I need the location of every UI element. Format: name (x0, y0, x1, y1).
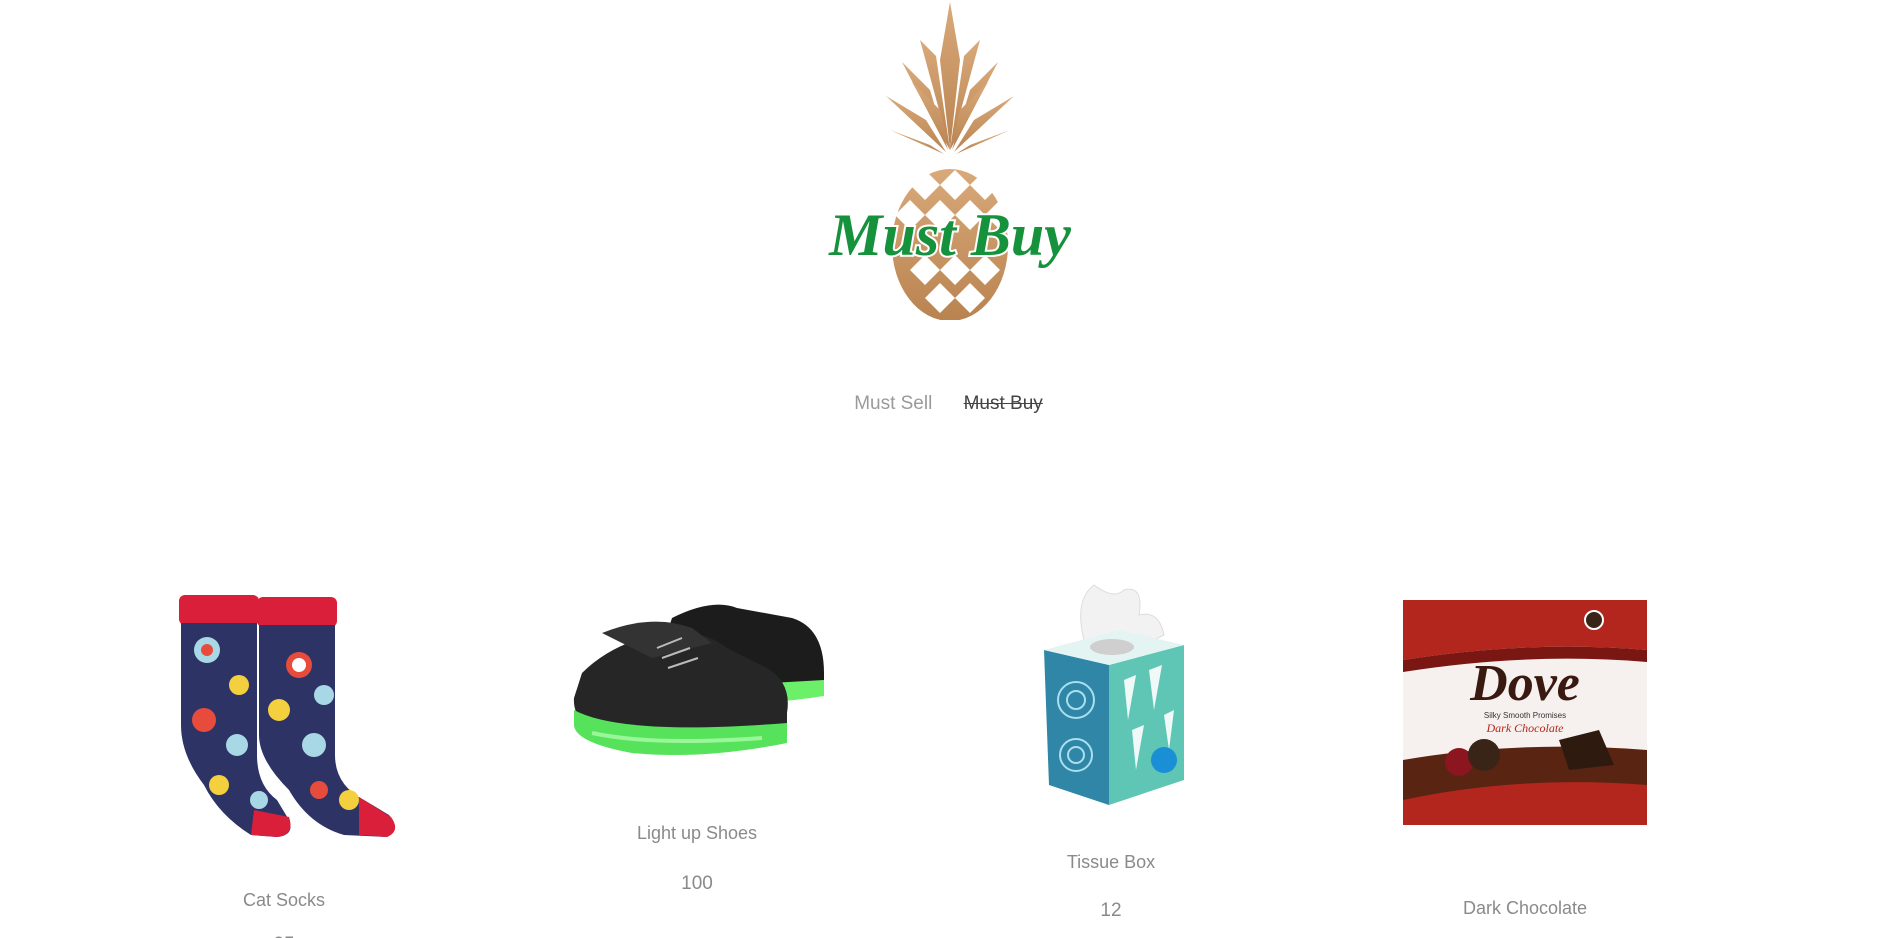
product-card-dark-chocolate[interactable]: Dove Silky Smooth Promises Dark Chocolat… (1318, 600, 1732, 938)
product-card-light-up-shoes[interactable]: Light up Shoes 100 (490, 588, 904, 938)
cat-socks-image (159, 585, 409, 845)
product-card-cat-socks[interactable]: Cat Socks 25 (77, 585, 491, 938)
product-name[interactable]: Cat Socks (77, 890, 491, 911)
product-name[interactable]: Tissue Box (904, 852, 1318, 873)
nav-item-must-buy[interactable]: Must Buy (964, 393, 1043, 415)
main-nav: Must Sell Must Buy (0, 393, 1897, 415)
product-price: 100 (681, 873, 713, 894)
dark-chocolate-image: Dove Silky Smooth Promises Dark Chocolat… (1399, 600, 1651, 825)
brand-logo[interactable]: Must Buy (790, 0, 1110, 320)
chocolate-tagline: Silky Smooth Promises (1484, 711, 1566, 720)
product-name[interactable]: Light up Shoes (490, 823, 904, 844)
product-card-tissue-box[interactable]: Tissue Box 12 (904, 580, 1318, 938)
tissue-box-image (1024, 580, 1199, 810)
product-price: 25 (77, 934, 491, 938)
product-name[interactable]: Dark Chocolate (1318, 898, 1732, 919)
logo-wordmark: Must Buy (828, 202, 1071, 268)
light-up-shoes-image (562, 588, 832, 778)
page: Must Buy Must Sell Must Buy Cat Socks Li… (0, 0, 1897, 938)
nav-item-must-sell[interactable]: Must Sell (854, 393, 932, 415)
chocolate-flavor-label: Dark Chocolate (1486, 721, 1565, 735)
chocolate-brand-label: Dove (1469, 655, 1580, 712)
pineapple-logo-icon: Must Buy (826, 2, 1073, 320)
product-price: 12 (1100, 900, 1122, 921)
